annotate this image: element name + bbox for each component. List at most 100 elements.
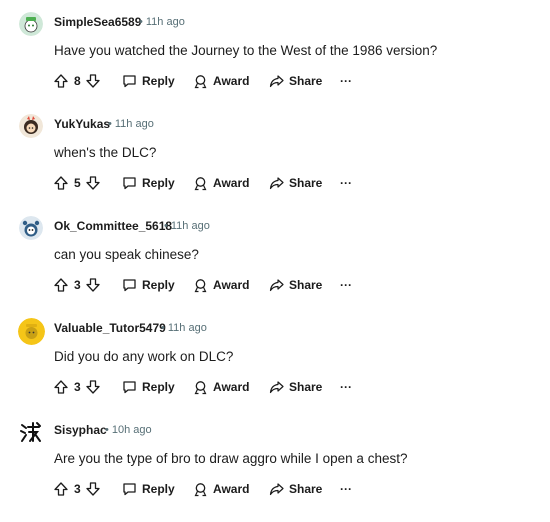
username[interactable]: Sisyphac [54, 423, 107, 437]
comment: SimpleSea6589 • 11h ago Have you watched … [0, 12, 550, 114]
timestamp: • 11h ago [161, 322, 207, 334]
award-button[interactable]: Award [193, 377, 249, 397]
share-icon [269, 483, 284, 496]
reply-label: Reply [142, 482, 175, 496]
comment: YukYukas • 11h ago when's the DLC? 5 Repl… [0, 114, 550, 216]
share-button[interactable]: Share [269, 173, 322, 193]
more-options-button[interactable]: ··· [340, 173, 352, 193]
reply-button[interactable]: Reply [122, 377, 175, 397]
avatar[interactable] [19, 216, 43, 240]
timestamp: • 10h ago [105, 424, 152, 436]
more-options-button[interactable]: ··· [340, 71, 352, 91]
award-icon [194, 482, 207, 496]
username[interactable]: SimpleSea6589 [54, 15, 141, 29]
award-label: Award [213, 176, 250, 190]
vote-control: 3 [54, 377, 100, 397]
vote-control: 3 [54, 275, 100, 295]
timestamp: • 11h ago [108, 118, 154, 130]
more-icon: ··· [340, 482, 352, 496]
vote-score: 5 [74, 176, 81, 190]
username[interactable]: YukYukas [54, 117, 110, 131]
reply-button[interactable]: Reply [122, 71, 175, 91]
comment-text: can you speak chinese? [54, 247, 199, 262]
avatar[interactable] [19, 12, 43, 36]
downvote-icon[interactable] [86, 176, 100, 190]
reply-button[interactable]: Reply [122, 479, 175, 499]
snoo-yellow-icon [18, 318, 45, 345]
more-icon: ··· [340, 74, 352, 88]
share-icon [269, 381, 284, 394]
reply-label: Reply [142, 380, 175, 394]
snoo-blue-icon [19, 216, 43, 240]
award-label: Award [213, 278, 250, 292]
comment-text: Are you the type of bro to draw aggro wh… [54, 451, 408, 466]
vote-score: 3 [74, 380, 81, 394]
award-label: Award [213, 482, 250, 496]
reply-button[interactable]: Reply [122, 173, 175, 193]
downvote-icon[interactable] [86, 278, 100, 292]
reply-icon [123, 75, 136, 88]
share-label: Share [289, 380, 323, 394]
comment-text: Have you watched the Journey to the West… [54, 43, 438, 58]
avatar[interactable] [18, 318, 45, 345]
more-options-button[interactable]: ··· [340, 479, 352, 499]
more-options-button[interactable]: ··· [340, 275, 352, 295]
share-button[interactable]: Share [269, 71, 322, 91]
reply-label: Reply [142, 176, 175, 190]
share-icon [269, 177, 284, 190]
award-label: Award [213, 380, 250, 394]
upvote-icon[interactable] [54, 176, 68, 190]
upvote-icon[interactable] [54, 278, 68, 292]
reply-icon [123, 483, 136, 496]
avatar[interactable] [19, 114, 43, 138]
vote-control: 3 [54, 479, 100, 499]
timestamp: • 11h ago [139, 16, 185, 28]
upvote-icon[interactable] [54, 380, 68, 394]
share-label: Share [289, 482, 323, 496]
more-icon: ··· [340, 176, 352, 190]
vote-control: 5 [54, 173, 100, 193]
avatar[interactable] [19, 420, 43, 444]
vote-control: 8 [54, 71, 100, 91]
award-icon [194, 380, 207, 394]
award-button[interactable]: Award [193, 275, 249, 295]
username[interactable]: Valuable_Tutor5479 [54, 321, 166, 335]
vote-score: 3 [74, 278, 81, 292]
share-button[interactable]: Share [269, 377, 322, 397]
username[interactable]: Ok_Committee_5618 [54, 219, 172, 233]
comment: Valuable_Tutor5479 • 11h ago Did you do a… [0, 318, 550, 420]
downvote-icon[interactable] [86, 482, 100, 496]
comment: Ok_Committee_5618 • 11h ago can you speak… [0, 216, 550, 318]
reply-icon [123, 381, 136, 394]
award-button[interactable]: Award [193, 479, 249, 499]
award-icon [194, 74, 207, 88]
share-icon [269, 279, 284, 292]
vote-score: 3 [74, 482, 81, 496]
downvote-icon[interactable] [86, 380, 100, 394]
award-label: Award [213, 74, 250, 88]
share-label: Share [289, 74, 323, 88]
reply-button[interactable]: Reply [122, 275, 175, 295]
share-icon [269, 75, 284, 88]
snoo-green-icon [19, 12, 43, 36]
upvote-icon[interactable] [54, 482, 68, 496]
vote-score: 8 [74, 74, 81, 88]
reply-label: Reply [142, 74, 175, 88]
upvote-icon[interactable] [54, 74, 68, 88]
comment: Sisyphac • 10h ago Are you the type of br… [0, 420, 550, 522]
award-button[interactable]: Award [193, 71, 249, 91]
reply-icon [123, 177, 136, 190]
award-button[interactable]: Award [193, 173, 249, 193]
comment-text: Did you do any work on DLC? [54, 349, 234, 364]
share-button[interactable]: Share [269, 479, 322, 499]
share-label: Share [289, 176, 323, 190]
more-icon: ··· [340, 380, 352, 394]
share-label: Share [289, 278, 323, 292]
downvote-icon[interactable] [86, 74, 100, 88]
award-icon [194, 176, 207, 190]
more-options-button[interactable]: ··· [340, 377, 352, 397]
more-icon: ··· [340, 278, 352, 292]
share-button[interactable]: Share [269, 275, 322, 295]
snoo-dark-hair-icon [19, 114, 43, 138]
kanji-avatar-icon [20, 422, 41, 442]
